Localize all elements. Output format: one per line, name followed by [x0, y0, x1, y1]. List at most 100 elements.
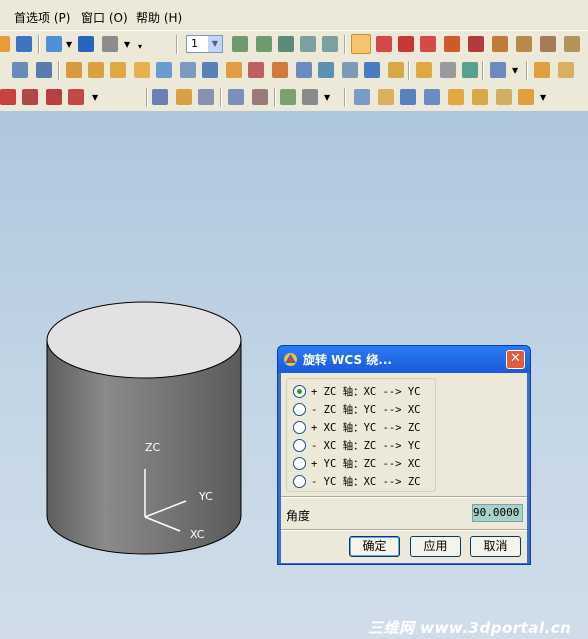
- option-minus-yc[interactable]: - YC 轴：XC --> ZC: [293, 472, 433, 490]
- rectangle-icon[interactable]: [22, 89, 38, 105]
- option-minus-zc[interactable]: - ZC 轴：YC --> XC: [293, 400, 433, 418]
- edge-blend-icon[interactable]: [318, 62, 334, 78]
- move-to-layer-icon[interactable]: [300, 36, 316, 52]
- toolbar-separator: [38, 35, 40, 54]
- spline-icon[interactable]: [46, 89, 62, 105]
- dialog-body: + ZC 轴：XC --> YC - ZC 轴：YC --> XC + XC 轴…: [281, 373, 527, 563]
- punch-icon[interactable]: [448, 89, 464, 105]
- chevron-down-icon[interactable]: ▼: [540, 93, 546, 102]
- flat-pattern-icon[interactable]: [424, 89, 440, 105]
- wcs-misc-icon[interactable]: [564, 36, 580, 52]
- option-label: + XC 轴：YC --> ZC: [311, 422, 421, 434]
- chevron-down-icon[interactable]: ▼: [324, 93, 330, 102]
- hole-icon[interactable]: [156, 62, 172, 78]
- wcs-change-yc-icon[interactable]: [492, 36, 508, 52]
- offset-curve-icon[interactable]: [68, 89, 84, 105]
- split-body-icon[interactable]: [558, 62, 574, 78]
- toolbar-options-icon[interactable]: ▾: [138, 42, 142, 51]
- ok-button[interactable]: 确定: [349, 536, 400, 557]
- boss-icon[interactable]: [180, 62, 196, 78]
- menu-preferences[interactable]: 首选项 (P): [14, 9, 70, 26]
- corner-icon[interactable]: [518, 89, 534, 105]
- draft-icon[interactable]: [388, 62, 404, 78]
- copy-to-layer-icon[interactable]: [322, 36, 338, 52]
- menu-help[interactable]: 帮助 (H): [136, 9, 182, 26]
- radio-plus-zc[interactable]: [293, 385, 306, 398]
- wcs-display-icon[interactable]: [516, 36, 532, 52]
- revolve-icon[interactable]: [36, 62, 52, 78]
- layer-category-icon[interactable]: [278, 36, 294, 52]
- wcs-change-xc-icon[interactable]: [468, 36, 484, 52]
- cylinder-icon[interactable]: [88, 62, 104, 78]
- groove-icon[interactable]: [272, 62, 288, 78]
- explode-icon[interactable]: [252, 89, 268, 105]
- emboss-icon[interactable]: [472, 89, 488, 105]
- apply-button[interactable]: 应用: [410, 536, 461, 557]
- layer-settings-icon[interactable]: [232, 36, 248, 52]
- sheet-metal-icon[interactable]: [354, 89, 370, 105]
- curve-icon[interactable]: [0, 89, 16, 105]
- chevron-down-icon[interactable]: ▼: [208, 36, 222, 52]
- visible-layers-icon[interactable]: [256, 36, 272, 52]
- subtract-icon[interactable]: [440, 62, 456, 78]
- cone-icon[interactable]: [110, 62, 126, 78]
- wcs-dynamic-icon[interactable]: [351, 34, 371, 54]
- pattern-icon[interactable]: [490, 62, 506, 78]
- wcs-rotate-icon[interactable]: [398, 36, 414, 52]
- option-plus-zc[interactable]: + ZC 轴：XC --> YC: [293, 382, 433, 400]
- toolbar-separator: [482, 61, 484, 80]
- layer-select[interactable]: 1 ▼: [186, 35, 223, 53]
- chevron-down-icon[interactable]: ▼: [124, 40, 130, 49]
- radio-minus-xc[interactable]: [293, 439, 306, 452]
- partial-icon[interactable]: [0, 36, 10, 52]
- slot-icon[interactable]: [248, 62, 264, 78]
- measure-icon[interactable]: [280, 89, 296, 105]
- chevron-down-icon[interactable]: ▼: [512, 66, 518, 75]
- cylinder-top-face[interactable]: [46, 301, 242, 379]
- wireframe-view-icon[interactable]: [78, 36, 94, 52]
- option-plus-yc[interactable]: + YC 轴：ZC --> XC: [293, 454, 433, 472]
- block-icon[interactable]: [66, 62, 82, 78]
- wcs-origin-icon[interactable]: [376, 36, 392, 52]
- angle-input[interactable]: 90.0000: [472, 504, 523, 522]
- wcs-orient-icon[interactable]: [420, 36, 436, 52]
- radio-minus-zc[interactable]: [293, 403, 306, 416]
- add-component-icon[interactable]: [176, 89, 192, 105]
- toolbar-separator: [344, 35, 346, 54]
- render-style-icon[interactable]: [102, 36, 118, 52]
- option-plus-xc[interactable]: + XC 轴：YC --> ZC: [293, 418, 433, 436]
- analysis-icon[interactable]: [302, 89, 318, 105]
- bend-icon[interactable]: [378, 89, 394, 105]
- cylinder-body[interactable]: [46, 301, 242, 555]
- rib-icon[interactable]: [496, 89, 512, 105]
- option-minus-xc[interactable]: - XC 轴：ZC --> YC: [293, 436, 433, 454]
- menu-window[interactable]: 窗口 (O): [81, 9, 128, 26]
- thread-icon[interactable]: [296, 62, 312, 78]
- radio-minus-yc[interactable]: [293, 475, 306, 488]
- cancel-button[interactable]: 取消: [470, 536, 521, 557]
- shell-icon[interactable]: [364, 62, 380, 78]
- chevron-down-icon[interactable]: ▼: [92, 93, 98, 102]
- reposition-icon[interactable]: [228, 89, 244, 105]
- pad-icon[interactable]: [226, 62, 242, 78]
- intersect-icon[interactable]: [462, 62, 478, 78]
- pocket-icon[interactable]: [202, 62, 218, 78]
- wcs-save-icon[interactable]: [540, 36, 556, 52]
- trim-body-icon[interactable]: [534, 62, 550, 78]
- dialog-title-bar[interactable]: 旋转 WCS 绕... ✕: [278, 346, 530, 373]
- radio-plus-xc[interactable]: [293, 421, 306, 434]
- mate-component-icon[interactable]: [198, 89, 214, 105]
- flange-icon[interactable]: [400, 89, 416, 105]
- assembly-icon[interactable]: [152, 89, 168, 105]
- sphere-icon[interactable]: [134, 62, 150, 78]
- radio-plus-yc[interactable]: [293, 457, 306, 470]
- chevron-down-icon[interactable]: ▼: [66, 40, 72, 49]
- extrude-icon[interactable]: [12, 62, 28, 78]
- wcs-set-to-absolute-icon[interactable]: [444, 36, 460, 52]
- shaded-view-icon[interactable]: [46, 36, 62, 52]
- solid-icon[interactable]: [16, 36, 32, 52]
- watermark: 三维网 www.3dportal.cn: [368, 619, 572, 637]
- chamfer-icon[interactable]: [342, 62, 358, 78]
- unite-icon[interactable]: [416, 62, 432, 78]
- close-icon[interactable]: ✕: [506, 350, 525, 369]
